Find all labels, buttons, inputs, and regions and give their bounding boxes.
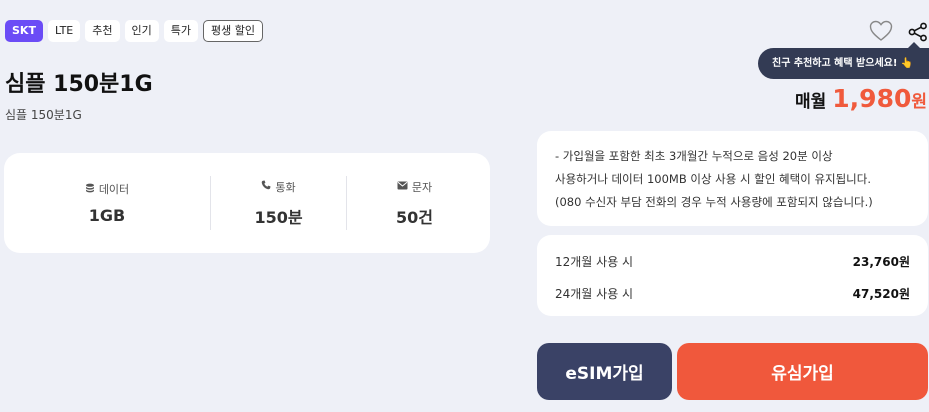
price-label: 매월 — [795, 92, 827, 112]
special-price-tag: 특가 — [163, 20, 198, 42]
price-value: 1,980 — [832, 84, 912, 113]
notice-line: 사용하거나 데이터 100MB 이상 사용 시 할인 혜택이 유지됩니다. — [555, 172, 871, 186]
share-icon[interactable] — [908, 22, 928, 42]
network-tag: LTE — [47, 20, 81, 42]
mail-icon — [397, 181, 408, 193]
database-icon — [85, 183, 95, 196]
usage-label: 12개월 사용 시 — [555, 254, 634, 269]
spec-call: 통화 150분 — [210, 176, 346, 230]
usage-row-12-months: 12개월 사용 시 23,760원 — [555, 245, 910, 277]
spec-card: 데이터 1GB 통화 150분 문자 50건 — [4, 153, 490, 253]
spec-sms: 문자 50건 — [346, 176, 482, 230]
referral-tooltip[interactable]: 친구 추천하고 혜택 받으세요! 👆 — [758, 42, 929, 79]
spec-data: 데이터 1GB — [4, 176, 210, 230]
spec-sms-value: 50건 — [396, 207, 433, 227]
usage-row-24-months: 24개월 사용 시 47,520원 — [555, 277, 910, 309]
spec-sms-label: 문자 — [411, 180, 433, 194]
spec-data-value: 1GB — [88, 206, 126, 225]
popular-tag: 인기 — [124, 20, 159, 42]
favorite-heart-icon[interactable] — [869, 20, 893, 42]
notice-line: - 가입월을 포함한 최초 3개월간 누적으로 음성 20분 이상 — [555, 149, 833, 163]
spec-call-label: 통화 — [275, 180, 296, 194]
usage-cost-card: 12개월 사용 시 23,760원 24개월 사용 시 47,520원 — [537, 235, 928, 316]
usim-signup-button[interactable]: 유심가입 — [677, 343, 928, 400]
phone-icon — [261, 180, 271, 193]
notice-line: (080 수신자 부담 전화의 경우 누적 사용량에 포함되지 않습니다.) — [555, 195, 873, 209]
plan-subtitle: 심플 150분1G — [5, 108, 82, 122]
plan-title: 심플 150분1G — [5, 72, 153, 97]
carrier-tag: SKT — [5, 20, 43, 42]
lifetime-discount-tag: 평생 할인 — [203, 20, 263, 42]
discount-notice: - 가입월을 포함한 최초 3개월간 누적으로 음성 20분 이상 사용하거나 … — [537, 131, 928, 226]
spec-call-value: 150분 — [254, 207, 303, 227]
usage-amount: 23,760원 — [852, 254, 910, 269]
recommended-tag: 추천 — [85, 20, 120, 42]
usage-label: 24개월 사용 시 — [555, 286, 634, 301]
spec-data-label: 데이터 — [98, 183, 130, 196]
price-unit: 원 — [911, 92, 927, 112]
esim-signup-button[interactable]: eSIM가입 — [537, 343, 672, 400]
usage-amount: 47,520원 — [852, 286, 910, 301]
monthly-price: 매월 1,980 원 — [795, 84, 927, 113]
tag-list: SKT LTE 추천 인기 특가 평생 할인 — [5, 20, 263, 42]
